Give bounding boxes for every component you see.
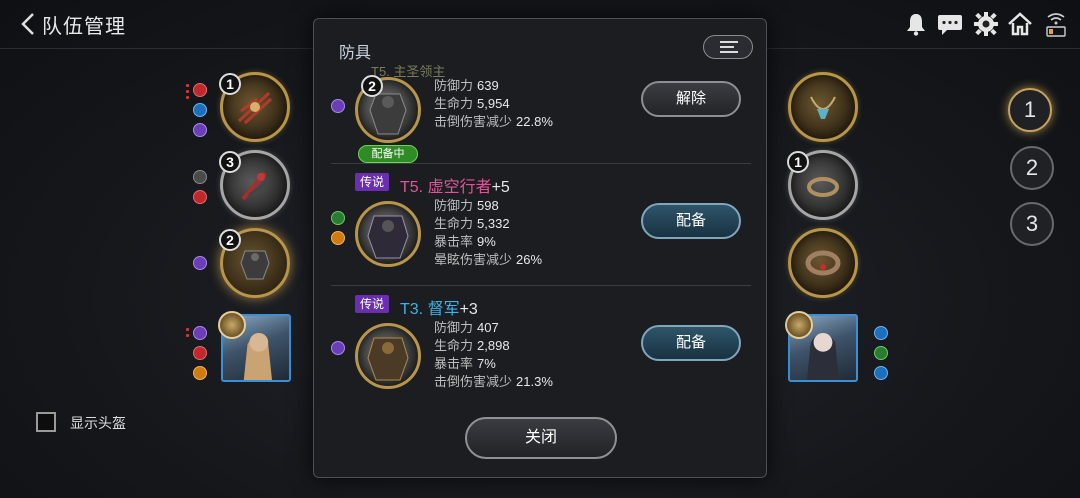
list-item[interactable]: 传说 T3. 督军+3 防御力 407 生命力 2,898 暴击率 7% 击倒伤害减少… — [331, 291, 751, 405]
stat-dots — [186, 84, 189, 102]
chat-icon[interactable] — [936, 10, 964, 38]
equipped-tag: 配备中 — [358, 145, 418, 163]
stat-row: 防御力 639 — [434, 78, 499, 93]
class-crest-icon — [785, 311, 813, 339]
snowflake-icon — [874, 366, 888, 380]
leaf-icon — [874, 346, 888, 360]
equip-slot-weapon[interactable]: 1 — [219, 72, 290, 142]
skull-icon — [193, 170, 207, 184]
stat-row: 生命力 5,332 — [434, 216, 510, 231]
stat-dots — [186, 328, 189, 340]
weapon-icon — [241, 171, 270, 201]
gem-icon — [331, 99, 345, 113]
water-icon — [874, 326, 888, 340]
gem-icon — [331, 341, 345, 355]
necklace-icon — [810, 96, 836, 119]
equip-slot-bracelet[interactable] — [788, 228, 858, 298]
stat-block: 防御力 639 生命力 5,954 击倒伤害减少 22.8% — [434, 77, 553, 131]
back-button[interactable] — [14, 8, 44, 40]
level-badge: 2 — [219, 229, 241, 251]
water-icon — [193, 103, 207, 117]
bell-icon[interactable] — [902, 10, 930, 38]
level-badge: 1 — [787, 151, 809, 173]
ring-icon — [807, 177, 839, 197]
level-badge: 2 — [361, 75, 383, 97]
wifi-battery-icon — [1042, 10, 1066, 38]
armor-icon — [240, 250, 270, 280]
stat-row: 生命力 5,954 — [434, 96, 510, 111]
item-name: T3. 督军+3 — [400, 301, 478, 318]
stat-row: 防御力 598 — [434, 198, 499, 213]
modal-title: 防具 — [339, 45, 372, 62]
equip-slot-necklace[interactable] — [788, 72, 858, 142]
list-item[interactable]: 2 配备中 防御力 639 生命力 5,954 击倒伤害减少 22.8% 解除 — [331, 65, 751, 163]
stat-block: 防御力 407 生命力 2,898 暴击率 7% 击倒伤害减少 21.3% — [434, 319, 553, 391]
class-crest-icon — [218, 311, 246, 339]
leaf-icon — [331, 211, 345, 225]
fire-icon — [193, 83, 207, 97]
equip-slot-offhand[interactable]: 3 — [219, 150, 290, 220]
armor-modal: 防具 T5. 主圣领主 2 配备中 防御力 639 生命力 5,954 击倒伤害减少… — [313, 18, 767, 478]
equip-slot-armor[interactable]: 2 — [219, 228, 290, 298]
show-helmet-label: 显示头盔 — [70, 415, 126, 431]
stat-row: 击倒伤害减少 22.8% — [434, 114, 553, 129]
sort-icon — [720, 41, 738, 53]
rarity-tag: 传说 — [355, 173, 390, 191]
divider — [331, 163, 751, 164]
stat-row: 击倒伤害减少 21.3% — [434, 374, 553, 389]
armor-portrait — [355, 323, 421, 389]
equip-slot-ring[interactable]: 1 — [787, 150, 858, 220]
sort-button[interactable] — [703, 35, 753, 59]
gem-icon — [193, 256, 207, 270]
gem-icon — [193, 326, 207, 340]
close-button[interactable]: 关闭 — [465, 417, 617, 459]
armor-icon — [367, 215, 409, 259]
gear-icon[interactable] — [972, 10, 1000, 38]
home-icon[interactable] — [1006, 10, 1034, 38]
fire-icon — [193, 346, 207, 360]
armor-icon — [367, 337, 409, 381]
preset-slot-3[interactable]: 3 — [1010, 202, 1054, 246]
level-badge: 3 — [219, 151, 241, 173]
preset-slot-2[interactable]: 2 — [1010, 146, 1054, 190]
divider — [331, 285, 751, 286]
gem-icon — [193, 123, 207, 137]
stat-row: 暴击率 7% — [434, 356, 496, 371]
equip-button[interactable]: 配备 — [641, 203, 741, 239]
armor-portrait — [355, 201, 421, 267]
bracelet-icon — [805, 250, 841, 276]
stat-row: 生命力 2,898 — [434, 338, 510, 353]
stat-block: 防御力 598 生命力 5,332 暴击率 9% 晕眩伤害减少 26% — [434, 197, 542, 269]
unequip-button[interactable]: 解除 — [641, 81, 741, 117]
equip-button[interactable]: 配备 — [641, 325, 741, 361]
stat-row: 暴击率 9% — [434, 234, 496, 249]
preset-slot-1[interactable]: 1 — [1008, 88, 1052, 132]
list-item[interactable]: 传说 T5. 虚空行者+5 防御力 598 生命力 5,332 暴击率 9% 晕眩伤害… — [331, 169, 751, 285]
fire-icon — [193, 190, 207, 204]
item-name: T5. 虚空行者+5 — [400, 179, 510, 196]
weapon-icon — [237, 91, 273, 125]
back-icon — [21, 13, 34, 35]
sun-icon — [193, 366, 207, 380]
level-badge: 1 — [219, 73, 241, 95]
stat-row: 晕眩伤害减少 26% — [434, 252, 543, 267]
stat-row: 防御力 407 — [434, 320, 499, 335]
show-helmet-checkbox[interactable] — [36, 412, 56, 432]
armor-list[interactable]: T5. 主圣领主 2 配备中 防御力 639 生命力 5,954 击倒伤害减少 22.… — [331, 65, 751, 405]
page-title: 队伍管理 — [42, 16, 126, 38]
sun-icon — [331, 231, 345, 245]
rarity-tag: 传说 — [355, 295, 390, 313]
